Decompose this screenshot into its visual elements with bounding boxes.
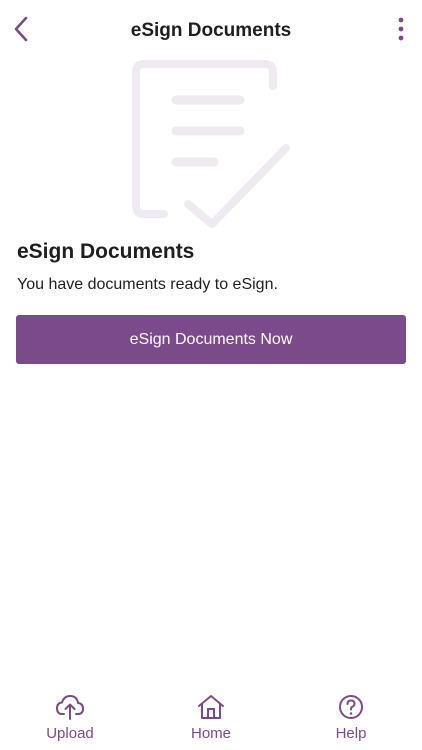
header-bar: eSign Documents xyxy=(0,0,422,62)
more-vertical-icon xyxy=(398,17,404,41)
document-illustration xyxy=(128,58,296,230)
nav-home[interactable]: Home xyxy=(161,678,261,750)
bottom-nav: Upload Home Help xyxy=(0,678,422,750)
help-circle-icon xyxy=(339,695,363,719)
nav-help-label: Help xyxy=(335,725,367,742)
home-icon xyxy=(198,695,224,719)
nav-help[interactable]: Help xyxy=(301,678,401,750)
document-checkmark-icon xyxy=(132,60,290,228)
nav-upload-label: Upload xyxy=(46,725,94,742)
nav-home-label: Home xyxy=(190,725,231,742)
documents-ready-message: You have documents ready to eSign. xyxy=(17,276,278,293)
nav-upload[interactable]: Upload xyxy=(20,678,120,750)
esign-documents-now-button[interactable]: eSign Documents Now xyxy=(16,315,406,364)
page-title: eSign Documents xyxy=(130,20,292,41)
section-heading: eSign Documents xyxy=(17,240,195,263)
esign-screen: eSign Documents eSign Documents You have… xyxy=(0,0,422,750)
cloud-upload-icon xyxy=(56,695,84,720)
more-options-button[interactable] xyxy=(388,12,414,46)
